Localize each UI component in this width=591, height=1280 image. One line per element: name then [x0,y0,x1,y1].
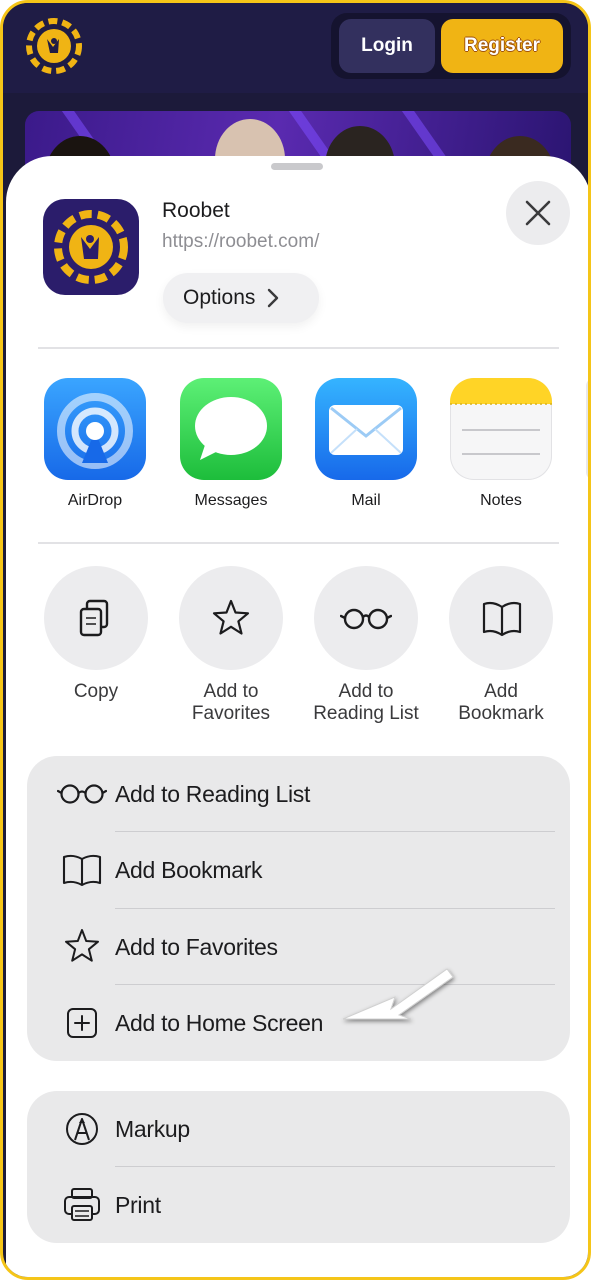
roobet-logo[interactable] [25,17,83,75]
plus-square-icon [67,1008,97,1038]
add-to-reading-list-label: Add to Reading List [313,681,419,724]
airdrop-icon[interactable] [44,378,146,480]
register-button[interactable]: Register [441,19,563,73]
book-icon [62,854,102,887]
mail-icon[interactable] [315,378,417,480]
printer-icon [64,1188,100,1221]
add-to-home-screen-row[interactable]: Add to Home Screen [27,985,570,1061]
row-label: Add to Reading List [115,781,311,807]
copy-icon [79,599,109,637]
add-to-favorites-button[interactable] [179,566,283,670]
share-target-label: AirDrop [67,492,123,509]
add-to-reading-list-button[interactable] [314,566,418,670]
star-icon [212,599,250,635]
markup-icon [66,1113,98,1145]
print-row[interactable]: Print [27,1167,570,1243]
more-share-target[interactable] [586,378,588,480]
add-to-reading-list-row[interactable]: Add to Reading List [27,756,570,832]
add-bookmark-button[interactable] [449,566,553,670]
share-target-label: Notes [480,492,522,509]
arrow-pointer-icon [342,968,454,1020]
chevron-right-icon [267,288,279,308]
add-to-favorites-row[interactable]: Add to Favorites [27,909,570,985]
markup-row[interactable]: Markup [27,1091,570,1167]
close-icon [525,200,551,226]
add-bookmark-row[interactable]: Add Bookmark [27,832,570,908]
divider [38,347,559,349]
row-label: Print [115,1192,161,1218]
book-icon [482,601,522,637]
options-label: Options [183,286,256,309]
row-label: Add to Favorites [115,934,278,960]
glasses-icon [340,608,392,630]
actions-group-primary: Add to Reading List Add Bookmark Add to … [27,756,570,1061]
phone-frame: Login Register Roobet https://roobet.com… [0,0,591,1280]
site-url: https://roobet.com/ [162,231,320,252]
options-button[interactable]: Options [163,273,319,323]
actions-group-secondary: Markup Print [27,1091,570,1243]
row-label: Add Bookmark [115,857,263,883]
row-label: Add to Home Screen [115,1010,324,1036]
site-app-icon [43,199,139,295]
share-target-label: Mail [351,492,381,509]
row-label: Markup [115,1116,190,1142]
notes-icon[interactable] [450,378,552,480]
star-icon [65,929,99,962]
messages-icon[interactable] [180,378,282,480]
glasses-icon [57,784,107,804]
copy-button[interactable] [44,566,148,670]
share-target-label: Messages [194,492,268,509]
site-title: Roobet [162,199,230,222]
sheet-grabber[interactable] [271,163,323,170]
divider [38,542,559,544]
login-button[interactable]: Login [339,19,435,73]
copy-label: Copy [73,681,119,702]
add-to-favorites-label: Add to Favorites [191,681,271,724]
close-button[interactable] [506,181,570,245]
add-bookmark-label: Add Bookmark [458,681,544,724]
